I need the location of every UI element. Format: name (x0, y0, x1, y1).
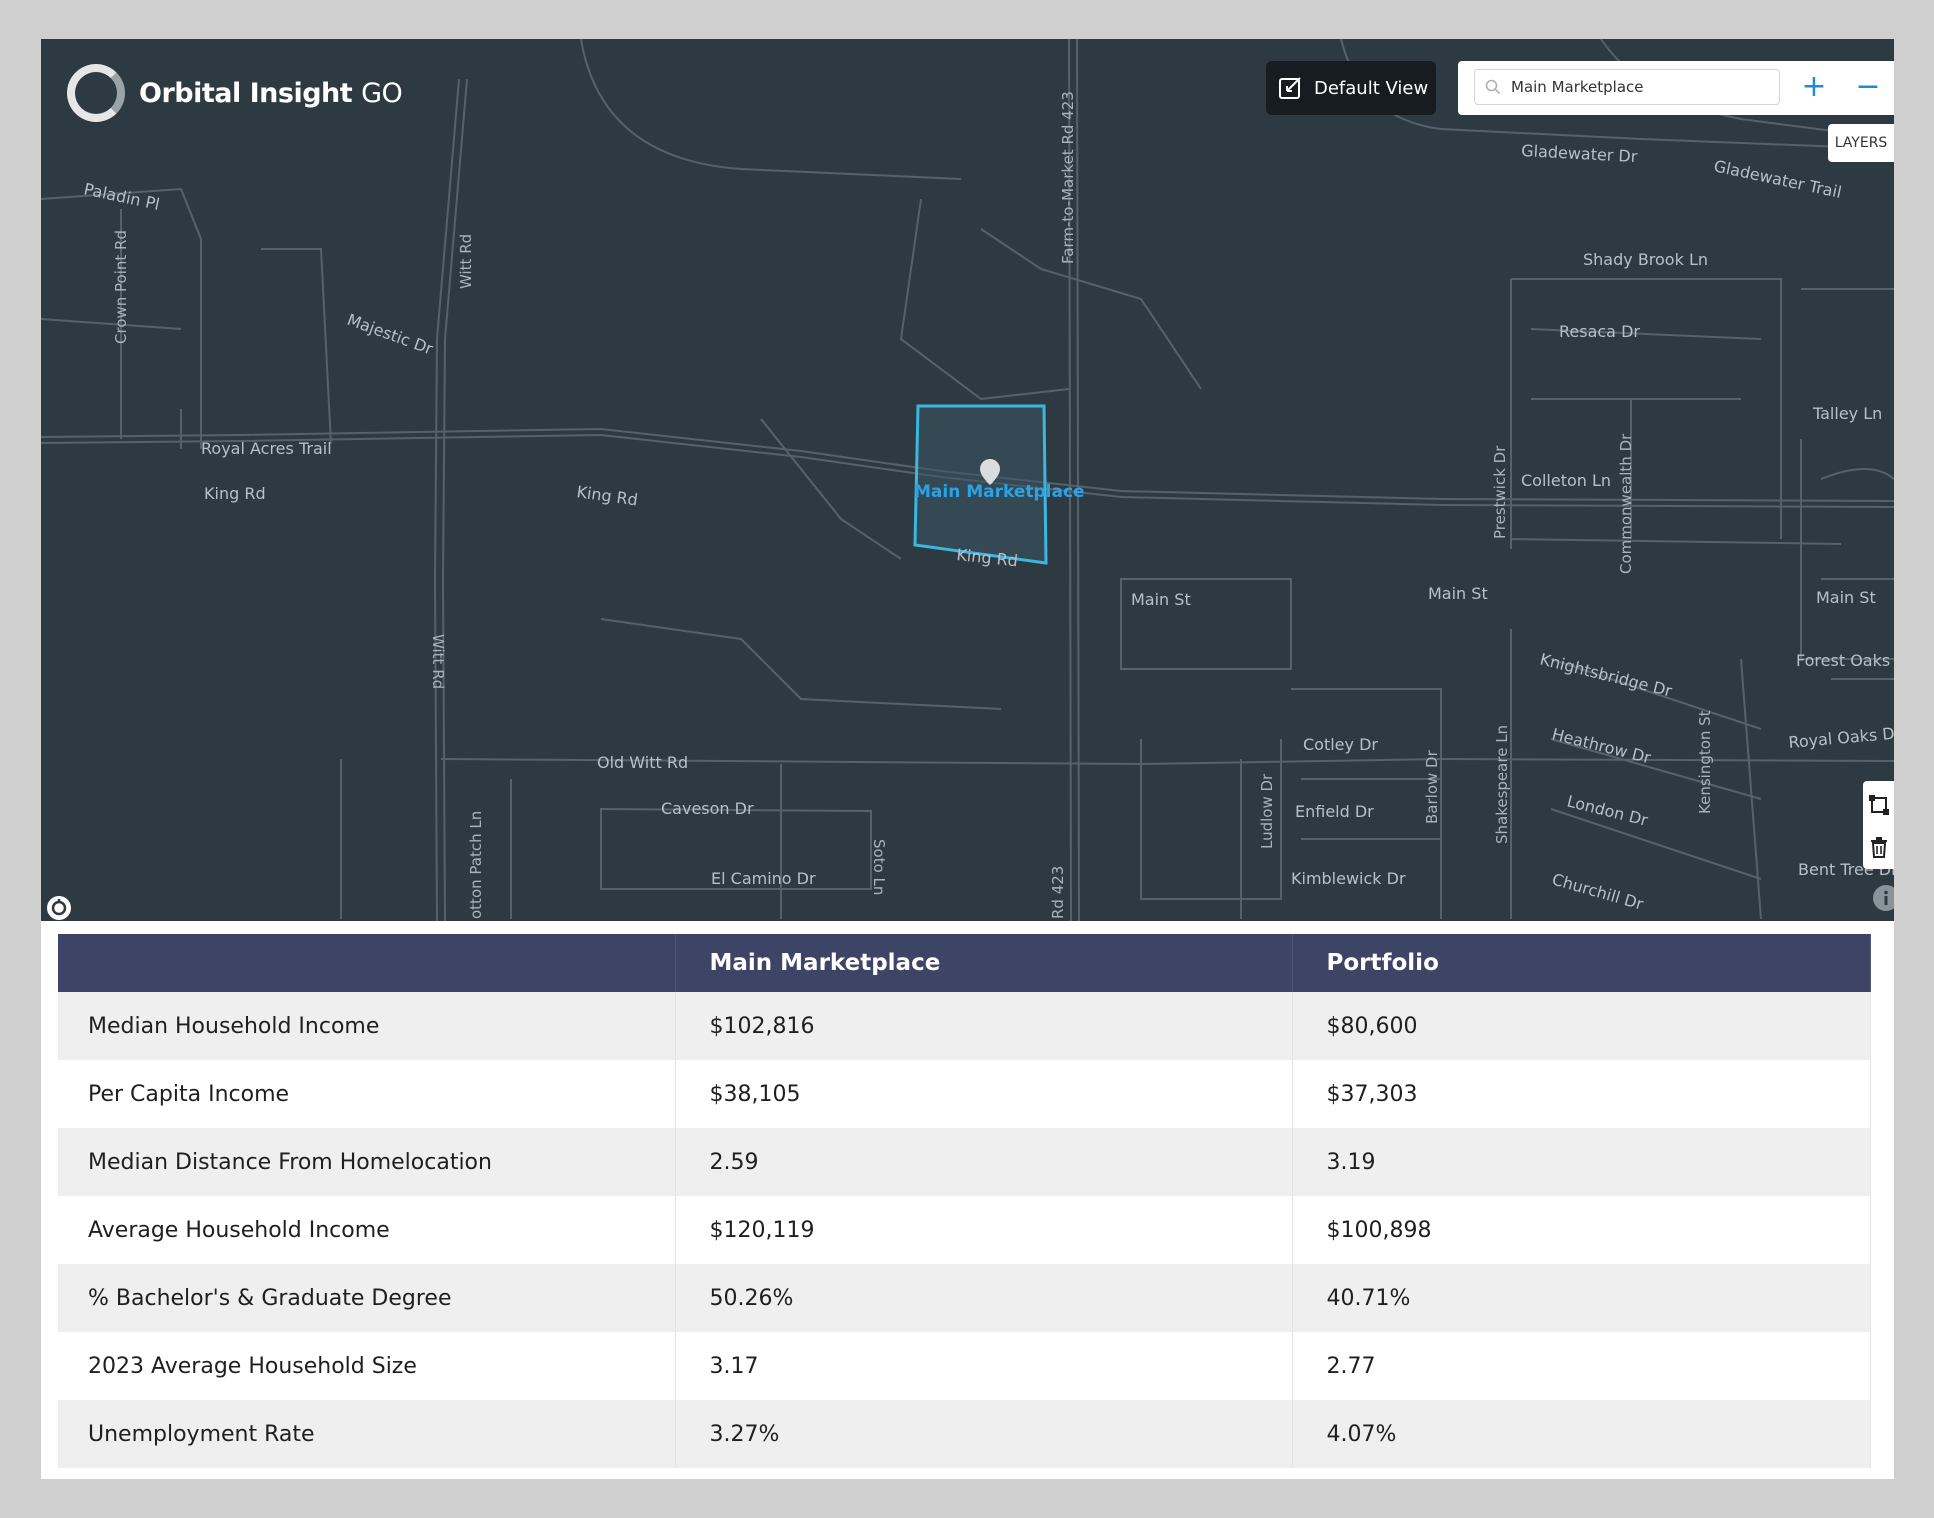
street-label: Ludlow Dr (1258, 773, 1276, 849)
portfolio-value: 3.19 (1292, 1128, 1871, 1196)
portfolio-value: $100,898 (1292, 1196, 1871, 1264)
default-view-button[interactable]: Default View (1266, 61, 1436, 115)
street-label: Caveson Dr (661, 799, 754, 818)
main-marketplace-value: $102,816 (675, 992, 1293, 1060)
portfolio-value: $80,600 (1292, 992, 1871, 1060)
table-row: 2023 Average Household Size 3.17 2.77 (58, 1332, 1871, 1400)
street-label: Churchill Dr (1550, 870, 1646, 914)
street-label: Kensington St (1696, 710, 1714, 814)
street-label: Majestic Dr (345, 310, 436, 359)
main-marketplace-value: 3.27% (675, 1400, 1293, 1468)
portfolio-value: $37,303 (1292, 1060, 1871, 1128)
header-main-marketplace: Main Marketplace (675, 934, 1293, 992)
search-icon (1485, 79, 1501, 95)
street-label: Talley Ln (1812, 404, 1882, 423)
street-label: London Dr (1565, 791, 1650, 830)
street-label: Shakespeare Ln (1493, 725, 1511, 844)
street-label: otton Patch Ln (467, 811, 485, 919)
metric-name: % Bachelor's & Graduate Degree (58, 1264, 676, 1332)
layers-button[interactable]: LAYERS (1828, 124, 1894, 162)
table-header-row: Main Marketplace Portfolio (58, 934, 1871, 992)
street-label: Old Witt Rd (597, 753, 688, 772)
table-row: Average Household Income $120,119 $100,8… (58, 1196, 1871, 1264)
metric-name: Median Distance From Homelocation (58, 1128, 676, 1196)
edit-square-icon (1279, 77, 1301, 99)
main-marketplace-value: 3.17 (675, 1332, 1293, 1400)
brand-name: Orbital Insight GO (139, 77, 403, 109)
search-bar: + − (1458, 61, 1894, 115)
street-label: Paladin Pl (82, 179, 161, 214)
table-row: Unemployment Rate 3.27% 4.07% (58, 1400, 1871, 1468)
street-label: Colleton Ln (1521, 471, 1611, 490)
street-label: Main St (1131, 590, 1191, 609)
street-label: Main St (1816, 588, 1876, 607)
trash-icon[interactable] (1867, 835, 1891, 859)
street-label: Gladewater Dr (1521, 141, 1638, 166)
street-label: Prestwick Dr (1491, 445, 1509, 539)
table-row: % Bachelor's & Graduate Degree 50.26% 40… (58, 1264, 1871, 1332)
street-label: Kimblewick Dr (1291, 869, 1406, 888)
street-label: Witt Rd (457, 234, 475, 289)
metric-name: Per Capita Income (58, 1060, 676, 1128)
street-label: Gladewater Trail (1712, 156, 1843, 202)
zoom-out-button[interactable]: − (1850, 69, 1886, 105)
orbital-ring-icon (67, 64, 125, 122)
draw-tools (1863, 781, 1894, 869)
portfolio-value: 4.07% (1292, 1400, 1871, 1468)
street-label: Commonwealth Dr (1617, 433, 1635, 574)
metric-name: Unemployment Rate (58, 1400, 676, 1468)
street-label: Heathrow Dr (1550, 724, 1653, 767)
portfolio-value: 2.77 (1292, 1332, 1871, 1400)
header-portfolio: Portfolio (1292, 934, 1871, 992)
street-label: Knightsbridge Dr (1538, 649, 1674, 700)
search-field[interactable] (1474, 69, 1780, 105)
zoom-in-button[interactable]: + (1796, 69, 1832, 105)
street-label: Rd 423 (1049, 866, 1067, 919)
map-view[interactable]: Main Marketplace Paladin Pl Crown Point … (41, 39, 1894, 921)
street-label: King Rd (575, 482, 639, 509)
street-layer: Main Marketplace Paladin Pl Crown Point … (41, 39, 1894, 921)
brand-text: Orbital Insight (139, 77, 353, 109)
street-label: King Rd (204, 484, 266, 503)
draw-shape-icon[interactable] (1867, 793, 1891, 817)
street-label: El Camino Dr (711, 869, 816, 888)
street-label: Resaca Dr (1559, 322, 1640, 341)
street-label: Shady Brook Ln (1583, 250, 1708, 269)
info-icon[interactable] (1873, 885, 1894, 911)
table-row: Per Capita Income $38,105 $37,303 (58, 1060, 1871, 1128)
street-label: Cotley Dr (1303, 735, 1378, 754)
street-label: Forest Oaks (1796, 651, 1890, 670)
compass-icon[interactable] (47, 896, 71, 920)
metric-name: Average Household Income (58, 1196, 676, 1264)
street-label: Royal Oaks Dr (1788, 723, 1894, 752)
portfolio-value: 40.71% (1292, 1264, 1871, 1332)
street-label: Royal Acres Trail (201, 439, 332, 458)
street-label: Main St (1428, 584, 1488, 603)
street-label: Farm-to-Market Rd 423 (1059, 91, 1077, 264)
brand-suffix: GO (361, 77, 403, 109)
main-marketplace-value: $120,119 (675, 1196, 1293, 1264)
aoi-label: Main Marketplace (914, 482, 1085, 502)
street-label: Witt Rd (429, 634, 447, 689)
street-label: Barlow Dr (1423, 749, 1441, 824)
table-row: Median Distance From Homelocation 2.59 3… (58, 1128, 1871, 1196)
default-view-label: Default View (1314, 77, 1429, 99)
main-marketplace-value: 2.59 (675, 1128, 1293, 1196)
search-input[interactable] (1509, 77, 1773, 97)
table-row: Median Household Income $102,816 $80,600 (58, 992, 1871, 1060)
street-label: Enfield Dr (1295, 802, 1374, 821)
metric-name: 2023 Average Household Size (58, 1332, 676, 1400)
main-marketplace-value: 50.26% (675, 1264, 1293, 1332)
street-label: Crown Point Rd (112, 230, 130, 344)
app-frame: Main Marketplace Paladin Pl Crown Point … (41, 39, 1894, 1479)
street-label: Soto Ln (870, 839, 888, 895)
main-marketplace-value: $38,105 (675, 1060, 1293, 1128)
comparison-table: Main Marketplace Portfolio Median Househ… (58, 934, 1871, 1468)
metric-name: Median Household Income (58, 992, 676, 1060)
brand-logo[interactable]: Orbital Insight GO (67, 58, 403, 128)
header-metric (58, 934, 676, 992)
